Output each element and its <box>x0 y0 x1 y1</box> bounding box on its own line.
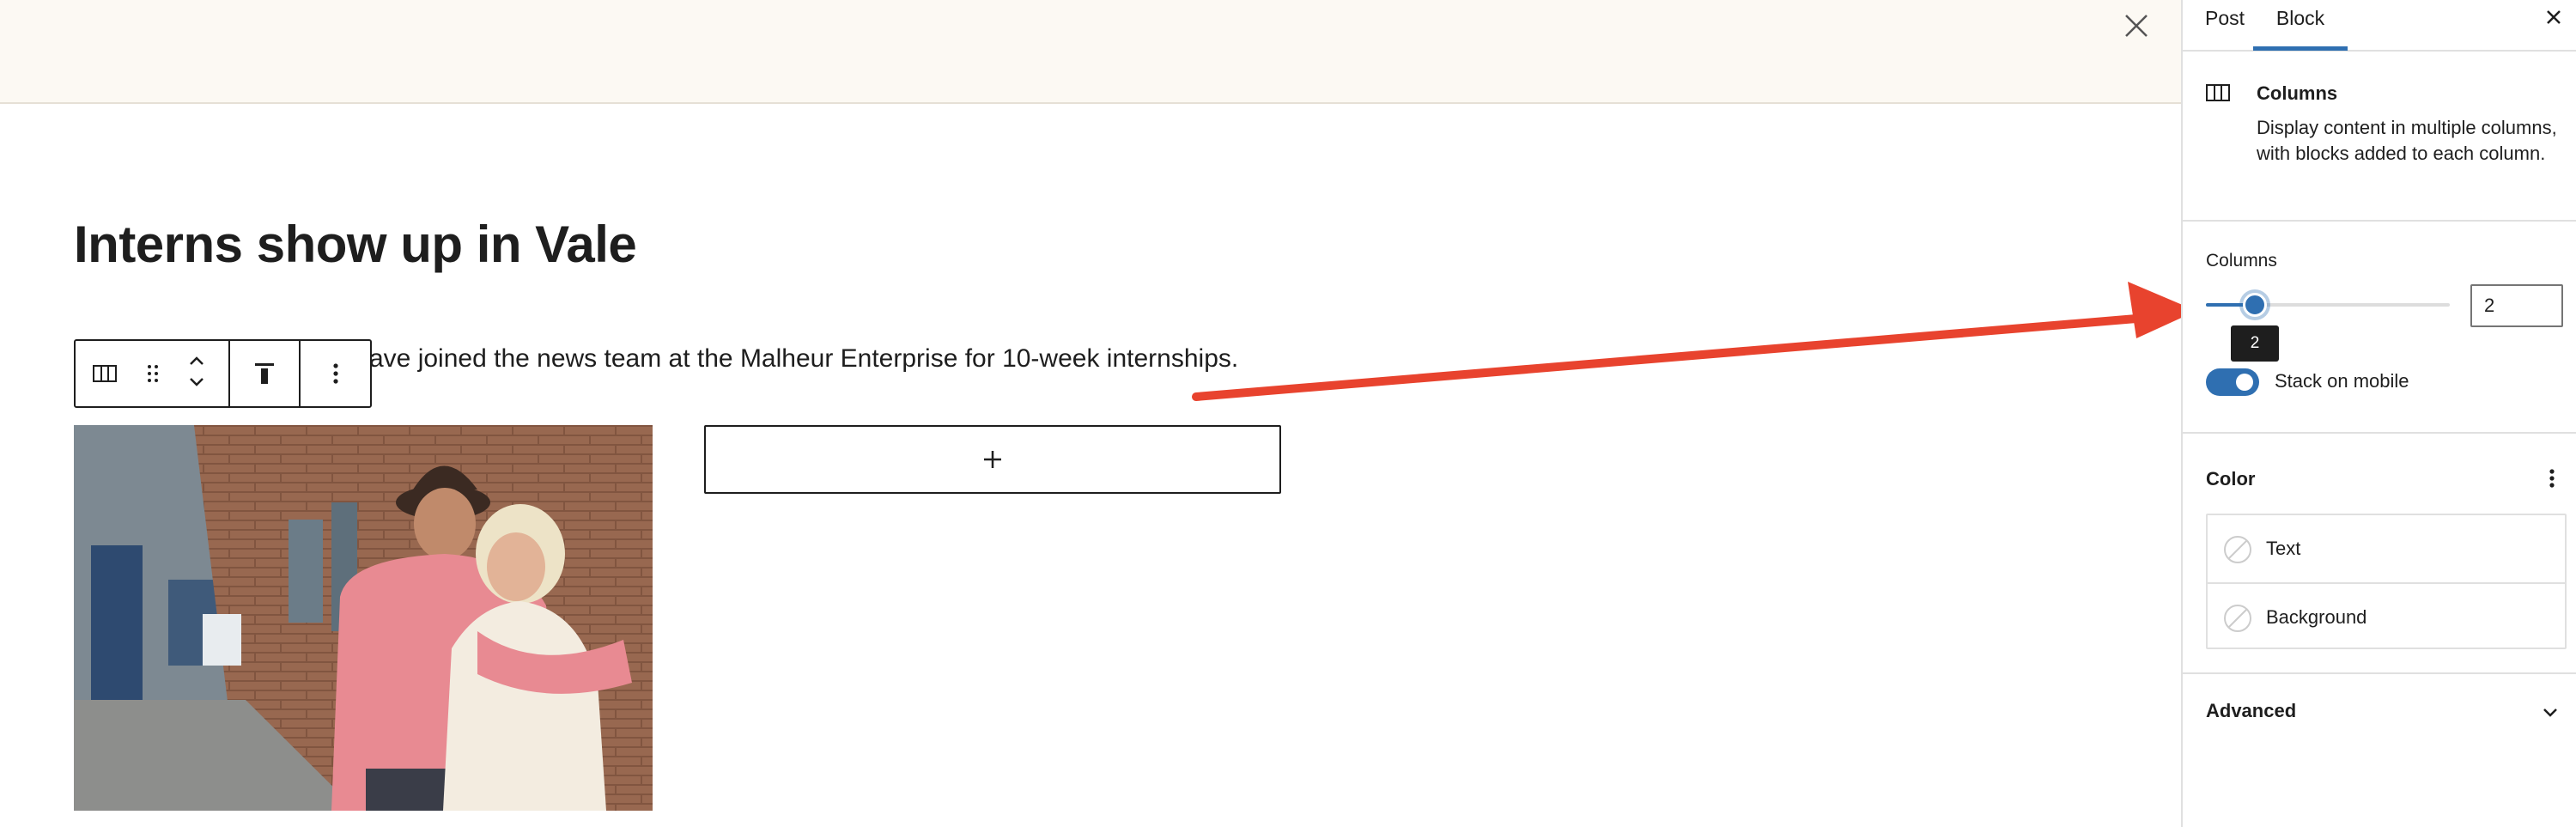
drag-handle-icon[interactable] <box>134 341 172 406</box>
color-item-background[interactable]: Background <box>2208 582 2565 649</box>
color-panel: Color Text Background <box>2183 435 2576 674</box>
chevron-down-icon[interactable] <box>186 374 207 395</box>
vertical-align-top-icon[interactable] <box>230 341 299 406</box>
advanced-panel-toggle[interactable]: Advanced <box>2183 676 2576 745</box>
color-item-text[interactable]: Text <box>2208 515 2565 582</box>
chevron-up-icon[interactable] <box>186 352 207 374</box>
block-card: Columns Display content in multiple colu… <box>2183 53 2576 222</box>
toolbar-group-options <box>301 341 370 406</box>
close-icon[interactable] <box>2119 9 2154 43</box>
block-card-description: Display content in multiple columns, wit… <box>2257 117 2557 164</box>
empty-swatch-icon <box>2223 604 2252 633</box>
more-options-icon[interactable] <box>301 341 370 406</box>
empty-swatch-icon <box>2223 535 2252 564</box>
post-title[interactable]: Interns show up in Vale <box>74 215 637 274</box>
notice-banner <box>0 0 2181 104</box>
close-sidebar-icon[interactable] <box>2537 0 2571 36</box>
sidebar-tabs: Post Block <box>2183 0 2576 52</box>
columns-block-icon[interactable] <box>76 341 134 406</box>
toolbar-group-align <box>230 341 301 406</box>
chevron-down-icon <box>2535 696 2566 727</box>
toggle-knob <box>2236 374 2253 391</box>
color-list: Text Background <box>2206 514 2567 649</box>
color-item-label: Text <box>2266 538 2301 559</box>
settings-sidebar: Post Block Columns Display content in mu… <box>2181 0 2576 827</box>
columns-settings-panel: Columns 2 Stack on mobile <box>2183 223 2576 434</box>
editor-canvas: Interns show up in Vale ave joined the n… <box>0 0 2181 827</box>
stack-on-mobile-label: Stack on mobile <box>2275 370 2409 392</box>
toolbar-group-block <box>76 341 230 406</box>
paragraph-block[interactable]: ave joined the news team at the Malheur … <box>369 344 1238 374</box>
image-block-photo[interactable] <box>74 425 653 811</box>
move-up-down-buttons <box>172 341 222 406</box>
columns-number-input[interactable] <box>2470 284 2563 327</box>
color-item-label: Background <box>2266 606 2367 628</box>
columns-count-label: Columns <box>2206 251 2277 271</box>
plus-icon <box>984 451 1001 468</box>
active-tab-indicator <box>2253 46 2348 51</box>
columns-range-thumb[interactable] <box>2243 293 2267 317</box>
stack-on-mobile-toggle[interactable] <box>2206 368 2259 396</box>
range-value-tooltip: 2 <box>2231 325 2279 362</box>
block-card-title: Columns <box>2257 82 2338 104</box>
tab-block[interactable]: Block <box>2253 0 2348 52</box>
color-panel-title: Color <box>2206 468 2256 490</box>
columns-block-icon <box>2205 82 2231 107</box>
tab-post[interactable]: Post <box>2205 0 2245 52</box>
color-options-icon[interactable] <box>2537 461 2567 496</box>
add-block-button[interactable] <box>704 425 1281 494</box>
block-toolbar <box>74 339 372 408</box>
advanced-panel-title: Advanced <box>2206 700 2297 721</box>
